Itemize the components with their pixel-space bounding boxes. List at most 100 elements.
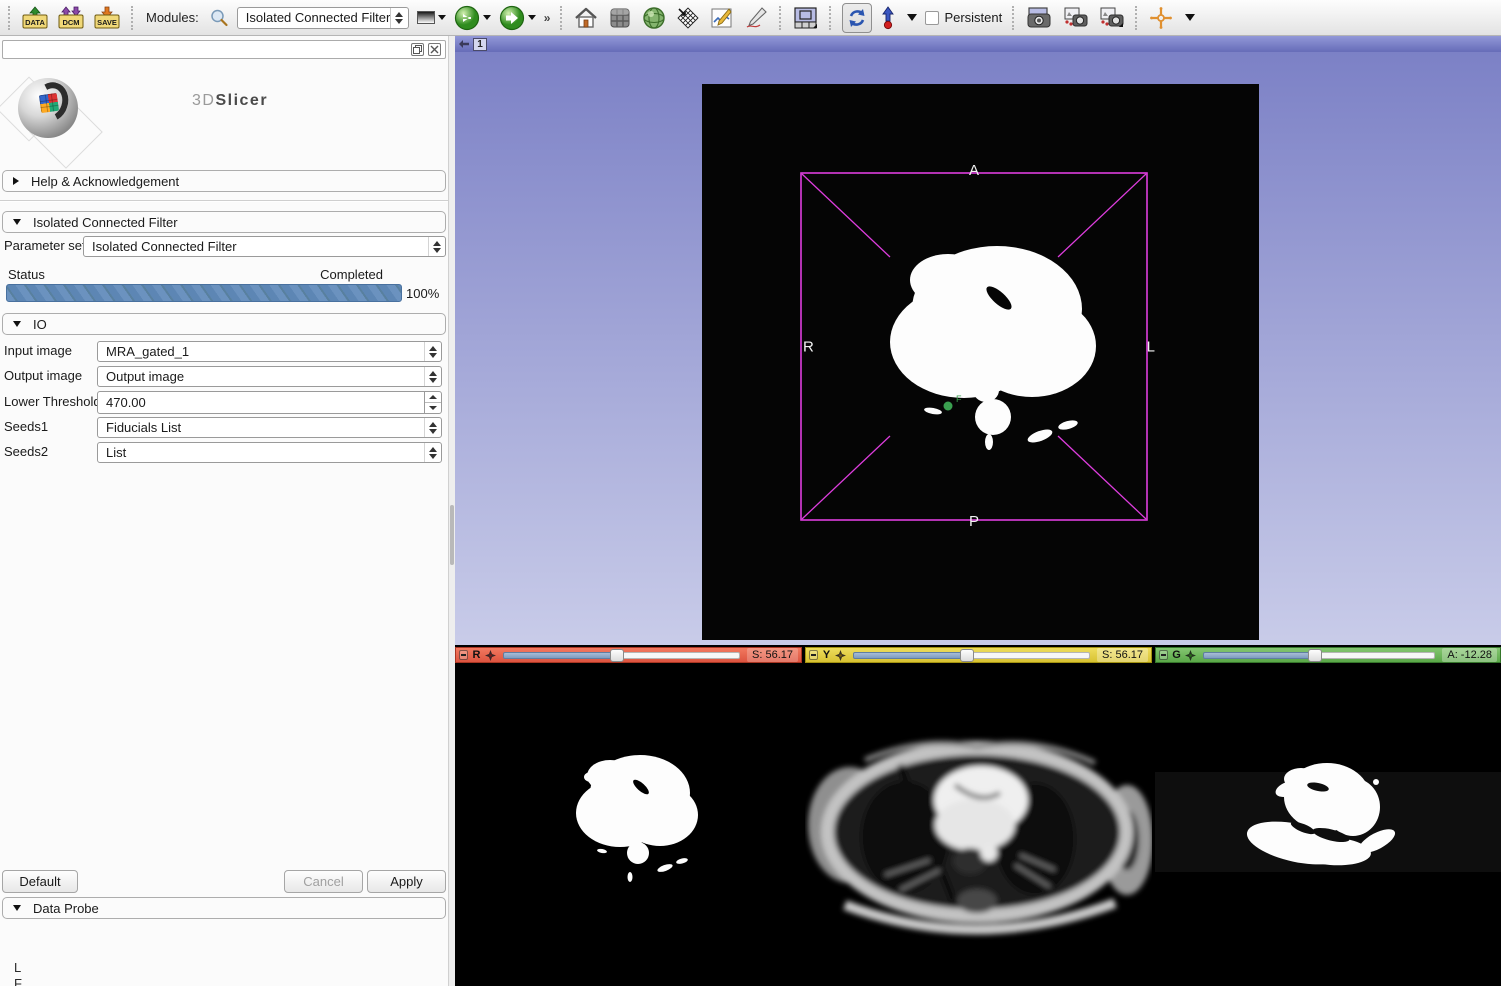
yellow-slice-slider-handle[interactable]: [960, 649, 974, 662]
green-slice-slider[interactable]: [1203, 651, 1435, 660]
threed-viewport[interactable]: F A P R L: [455, 52, 1501, 647]
default-button[interactable]: Default: [2, 870, 78, 893]
green-slice-controller: G A: -12.28: [1155, 647, 1501, 663]
input-image-spinner[interactable]: [424, 342, 441, 361]
seeds1-combobox[interactable]: Fiducials List: [97, 417, 442, 438]
seeds2-combobox[interactable]: List: [97, 442, 442, 463]
status-progress-bar: [6, 284, 402, 302]
save-button[interactable]: SAVE: [93, 4, 121, 32]
yellow-bar-collapse-button[interactable]: [809, 650, 818, 660]
red-slice-viewport[interactable]: [455, 665, 800, 986]
volume-render-plane: F A P R L: [702, 84, 1259, 640]
cancel-button[interactable]: Cancel: [284, 870, 363, 893]
module-forward-button[interactable]: [499, 5, 536, 31]
green-slice-letter: G: [1171, 649, 1182, 661]
red-slice-slider-handle[interactable]: [610, 649, 624, 662]
orientation-posterior: P: [969, 513, 979, 530]
rotate-icon: [846, 7, 868, 29]
lower-threshold-spinner[interactable]: [424, 392, 441, 413]
close-panel-button[interactable]: [428, 43, 441, 56]
parameter-set-label: Parameter set:: [4, 236, 89, 256]
door: [584, 20, 588, 27]
collapsed-arrow-icon: [13, 177, 19, 185]
expanded-arrow-icon: [13, 321, 21, 327]
orientation-right: R: [803, 338, 814, 355]
transform-mode-button[interactable]: [842, 3, 872, 33]
yellow-slice-controller: Y S: 56.17: [805, 647, 1152, 663]
status-label: Status: [8, 267, 45, 282]
data-probe-label: Data Probe: [33, 901, 99, 916]
expanded-arrow-icon: [13, 219, 21, 225]
roi-corner-handles: [802, 174, 1146, 519]
output-image-spinner[interactable]: [424, 367, 441, 386]
load-data-button[interactable]: DATA: [21, 4, 49, 32]
panel-scrollbar-thumb[interactable]: [450, 505, 454, 565]
module-selector-combobox[interactable]: Isolated Connected Filter: [237, 7, 409, 29]
place-mode-dropdown[interactable]: [907, 14, 917, 21]
input-image-value: MRA_gated_1: [98, 344, 424, 359]
module-history-icon[interactable]: [417, 11, 446, 24]
module-section-label: Isolated Connected Filter: [33, 215, 178, 230]
scene-view-capture-button[interactable]: [1061, 6, 1089, 30]
module-selector-spinner[interactable]: [390, 8, 408, 28]
crosshair-button[interactable]: [1148, 5, 1174, 31]
toolbar-separator: [829, 6, 832, 30]
crosshair-dropdown[interactable]: [1185, 14, 1195, 21]
yellow-slice-slider[interactable]: [853, 651, 1090, 660]
red-slice-slider[interactable]: [503, 651, 740, 660]
probe-axis-f: F: [14, 976, 22, 986]
dcm-icon-label: DCM: [62, 18, 79, 27]
screenshot-button[interactable]: [1025, 6, 1053, 30]
panel-scrollbar[interactable]: [448, 36, 455, 986]
place-fiducial-button[interactable]: [880, 5, 896, 31]
persistent-checkbox[interactable]: [925, 11, 939, 25]
roi-bounding-box[interactable]: A P R L: [800, 172, 1148, 521]
dicom-button[interactable]: DCM: [57, 4, 85, 32]
layout-selector-button[interactable]: [792, 5, 819, 31]
input-image-label: Input image: [4, 341, 72, 361]
apply-button[interactable]: Apply: [367, 870, 446, 893]
orientation-left: L: [1147, 338, 1155, 355]
green-bar-collapse-button[interactable]: [1159, 650, 1168, 660]
orientation-anterior: A: [969, 162, 979, 179]
lower-threshold-spinbox[interactable]: 470.00: [97, 391, 442, 414]
persistent-toggle[interactable]: Persistent: [925, 10, 1002, 25]
parameter-set-value: Isolated Connected Filter: [84, 239, 428, 254]
red-slice-controller: R S: 56.17: [455, 647, 802, 663]
yellow-slice-menu-icon[interactable]: [835, 650, 846, 661]
view-tab-1[interactable]: 1: [473, 38, 487, 51]
io-section-header[interactable]: IO: [2, 313, 446, 335]
panel-separator: [0, 200, 448, 202]
red-bar-collapse-button[interactable]: [459, 650, 468, 660]
annotation-pencil-icon[interactable]: [743, 5, 769, 31]
module-search-icon[interactable]: [209, 8, 229, 28]
parameter-set-spinner[interactable]: [428, 237, 445, 256]
crop-volume-icon[interactable]: [675, 5, 701, 31]
undock-panel-button[interactable]: [411, 43, 424, 56]
parameter-set-combobox[interactable]: Isolated Connected Filter: [83, 236, 446, 257]
yellow-slice-viewport[interactable]: [805, 665, 1152, 986]
red-slice-menu-icon[interactable]: [485, 650, 496, 661]
toolbar-separator: [131, 6, 134, 30]
green-slice-viewport[interactable]: [1155, 665, 1501, 986]
seeds2-spinner[interactable]: [424, 443, 441, 462]
module-back-button[interactable]: [454, 5, 491, 31]
home-module-button[interactable]: [573, 6, 599, 30]
extensions-cube-icon[interactable]: [607, 5, 633, 31]
green-slice-menu-icon[interactable]: [1185, 650, 1196, 661]
output-image-combobox[interactable]: Output image: [97, 366, 442, 387]
slice-views-row: R S: 56.17 Y S: 56.17: [455, 645, 1501, 986]
green-slice-slider-handle[interactable]: [1308, 649, 1322, 662]
toolbar-handle: [8, 6, 11, 30]
input-image-combobox[interactable]: MRA_gated_1: [97, 341, 442, 362]
scene-view-restore-button[interactable]: [1097, 6, 1125, 30]
module-section-header[interactable]: Isolated Connected Filter: [2, 211, 446, 233]
seeds1-spinner[interactable]: [424, 418, 441, 437]
view-pin-button[interactable]: [459, 40, 469, 48]
toolbar-overflow-chevron[interactable]: »: [544, 11, 551, 25]
help-acknowledgement-section[interactable]: Help & Acknowledgement: [2, 170, 446, 192]
slicer-logo-mosaic: [39, 93, 59, 113]
data-probe-section-header[interactable]: Data Probe: [2, 897, 446, 919]
plot-editor-icon[interactable]: [709, 5, 735, 31]
volume-sphere-icon[interactable]: [641, 5, 667, 31]
